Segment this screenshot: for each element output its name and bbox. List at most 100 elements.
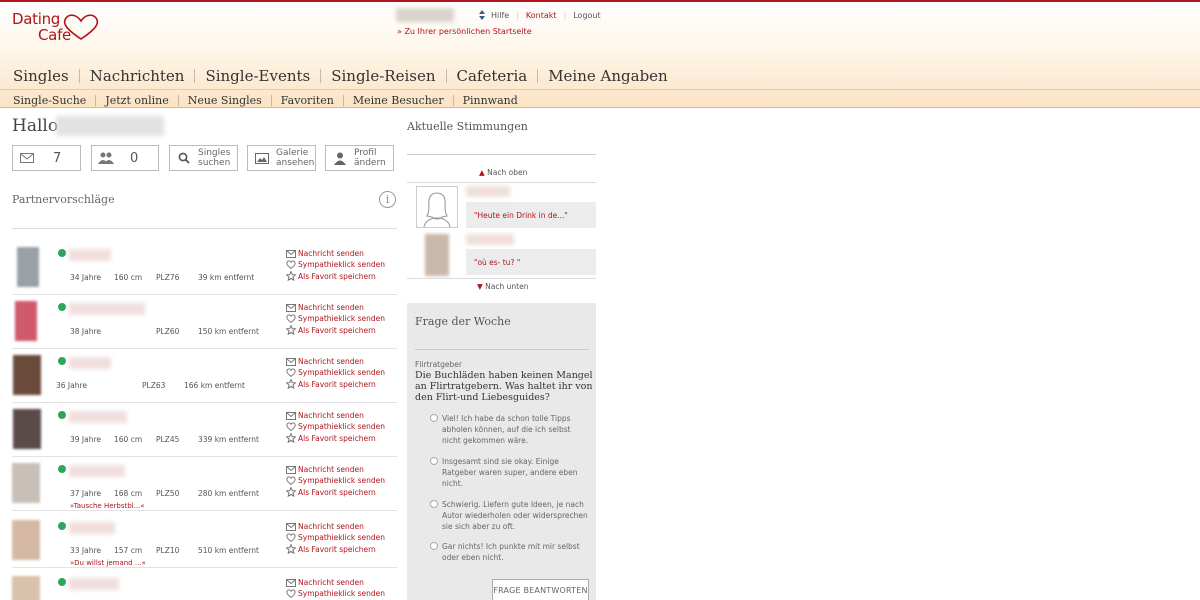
info-icon[interactable]: i — [379, 191, 396, 208]
nav-single-events[interactable]: Single-Events — [205, 67, 310, 85]
kontakt-link[interactable]: Kontakt — [526, 11, 557, 20]
partner-distance: 166 km entfernt — [184, 381, 245, 390]
partner-age: 36 Jahre — [56, 381, 88, 390]
nav-divider — [0, 89, 1200, 90]
top-links: Hilfe | Kontakt | Logout — [478, 10, 601, 20]
nach-oben-link[interactable]: ▲ Nach oben — [479, 168, 527, 177]
answer-option[interactable]: Schwierig. Liefern gute Ideen, je nach A… — [428, 499, 588, 532]
partner-photo[interactable] — [12, 463, 40, 503]
subnav-favoriten[interactable]: Favoriten — [281, 94, 334, 107]
save-favorite-link[interactable]: Als Favorit speichern — [286, 271, 385, 282]
partner-status-text[interactable]: »Du willst jemand ...« — [70, 559, 146, 567]
send-message-link[interactable]: Nachricht senden — [286, 248, 385, 259]
radio-button[interactable] — [430, 500, 438, 508]
avatar-placeholder[interactable] — [416, 186, 458, 228]
profil-aendern-button[interactable]: Profil ändern — [325, 145, 394, 171]
partner-row[interactable]: 34 Jahre 160 cm PLZ76 39 km entfernt Nachric… — [12, 241, 397, 295]
partner-plz: PLZ50 — [156, 489, 180, 498]
separator — [320, 69, 322, 83]
singles-suchen-button[interactable]: Singles suchen — [169, 145, 238, 171]
send-message-link[interactable]: Nachricht senden — [286, 356, 385, 367]
sympathy-click-link[interactable]: Sympathieklick senden — [286, 313, 385, 324]
subnav-jetzt-online[interactable]: Jetzt online — [105, 94, 168, 107]
partner-row[interactable]: 36 Jahre PLZ63 166 km entfernt Nachricht se… — [12, 349, 397, 403]
sympathy-click-link[interactable]: Sympathieklick senden — [286, 259, 385, 270]
divider — [12, 228, 397, 229]
stimmung-bubble[interactable]: "où es- tu? " — [466, 249, 596, 275]
partner-row[interactable]: 33 Jahre 157 cm PLZ10 510 km entfernt »Du wi… — [12, 514, 397, 568]
partner-name-redacted[interactable] — [69, 357, 111, 369]
partner-photo[interactable] — [15, 301, 37, 341]
nav-cafeteria[interactable]: Cafeteria — [457, 67, 528, 85]
partner-row[interactable]: 38 Jahre PLZ60 150 km entfernt Nachricht se… — [12, 295, 397, 349]
hilfe-link[interactable]: Hilfe — [491, 11, 509, 20]
heart-icon — [63, 14, 99, 40]
divider — [415, 349, 589, 350]
contacts-button[interactable]: 0 — [91, 145, 159, 171]
frage-beantworten-button[interactable]: FRAGE BEANTWORTEN — [492, 579, 589, 600]
partner-photo[interactable] — [13, 355, 41, 395]
partner-section-title: Partnervorschläge — [12, 193, 115, 206]
answer-option[interactable]: Insgesamt sind sie okay. Einige Ratgeber… — [428, 456, 588, 489]
subnav-meine-besucher[interactable]: Meine Besucher — [353, 94, 444, 107]
partner-status-text[interactable]: »Tausche Herbstbl...« — [70, 502, 145, 510]
subnav-single-suche[interactable]: Single-Suche — [13, 94, 86, 107]
partner-name-redacted[interactable] — [69, 578, 119, 590]
subnav-neue-singles[interactable]: Neue Singles — [188, 94, 262, 107]
answer-option[interactable]: Viel! Ich habe da schon tolle Tipps abho… — [428, 413, 588, 446]
partner-photo[interactable] — [12, 520, 40, 560]
partner-row[interactable]: 37 Jahre 168 cm PLZ50 280 km entfernt »Tausc… — [12, 457, 397, 511]
sub-nav: Single-Suche Jetzt online Neue Singles F… — [13, 94, 518, 107]
save-favorite-link[interactable]: Als Favorit speichern — [286, 325, 385, 336]
radio-button[interactable] — [430, 542, 438, 550]
dating-cafe-logo[interactable]: Dating Cafe — [12, 10, 102, 48]
send-message-link[interactable]: Nachricht senden — [286, 577, 385, 588]
partner-row[interactable]: 39 Jahre 160 cm PLZ45 339 km entfernt Nachri… — [12, 403, 397, 457]
partner-name-redacted[interactable] — [69, 303, 145, 315]
sympathy-click-link[interactable]: Sympathieklick senden — [286, 532, 385, 543]
partner-photo[interactable] — [12, 576, 40, 600]
sympathy-click-link[interactable]: Sympathieklick senden — [286, 588, 385, 599]
subnav-pinnwand[interactable]: Pinnwand — [463, 94, 518, 107]
save-favorite-link[interactable]: Als Favorit speichern — [286, 379, 385, 390]
radio-button[interactable] — [430, 457, 438, 465]
envelope-icon — [286, 357, 296, 366]
partner-name-redacted[interactable] — [69, 249, 111, 261]
radio-button[interactable] — [430, 414, 438, 422]
send-message-link[interactable]: Nachricht senden — [286, 410, 385, 421]
partner-name-redacted[interactable] — [69, 465, 125, 477]
send-message-link[interactable]: Nachricht senden — [286, 464, 385, 475]
partner-photo[interactable] — [13, 409, 41, 449]
envelope-icon — [286, 303, 296, 312]
save-favorite-link[interactable]: Als Favorit speichern — [286, 487, 385, 498]
nav-nachrichten[interactable]: Nachrichten — [90, 67, 185, 85]
save-favorite-link[interactable]: Als Favorit speichern — [286, 544, 385, 555]
logout-link[interactable]: Logout — [573, 11, 600, 20]
nav-meine-angaben[interactable]: Meine Angaben — [548, 67, 668, 85]
partner-plz: PLZ10 — [156, 546, 180, 555]
answer-option[interactable]: Gar nichts! Ich punkte mit mir selbst od… — [428, 541, 588, 563]
stimmung-bubble[interactable]: "Heute ein Drink in de..." — [466, 202, 596, 228]
partner-name-redacted[interactable] — [69, 411, 127, 423]
nav-single-reisen[interactable]: Single-Reisen — [331, 67, 435, 85]
messages-button[interactable]: 7 — [12, 145, 81, 171]
nach-unten-link[interactable]: ▼ Nach unten — [477, 282, 528, 291]
stimmung-user-name[interactable] — [466, 234, 514, 245]
partner-photo[interactable] — [17, 247, 39, 287]
galerie-ansehen-button[interactable]: Galerie ansehen — [247, 145, 316, 171]
separator — [194, 69, 196, 83]
send-message-link[interactable]: Nachricht senden — [286, 302, 385, 313]
startseite-link[interactable]: » Zu Ihrer persönlichen Startseite — [397, 27, 532, 36]
send-message-link[interactable]: Nachricht senden — [286, 521, 385, 532]
partner-row[interactable]: Nachricht sendenSympathieklick sendenAls… — [12, 570, 397, 600]
separator — [78, 69, 80, 83]
sympathy-click-link[interactable]: Sympathieklick senden — [286, 475, 385, 486]
sympathy-click-link[interactable]: Sympathieklick senden — [286, 367, 385, 378]
save-favorite-link[interactable]: Als Favorit speichern — [286, 433, 385, 444]
sympathy-click-link[interactable]: Sympathieklick senden — [286, 421, 385, 432]
heart-icon — [286, 368, 296, 378]
stimmung-user-name[interactable] — [466, 186, 510, 197]
partner-name-redacted[interactable] — [69, 522, 115, 534]
avatar[interactable] — [425, 234, 449, 276]
nav-singles[interactable]: Singles — [13, 67, 69, 85]
